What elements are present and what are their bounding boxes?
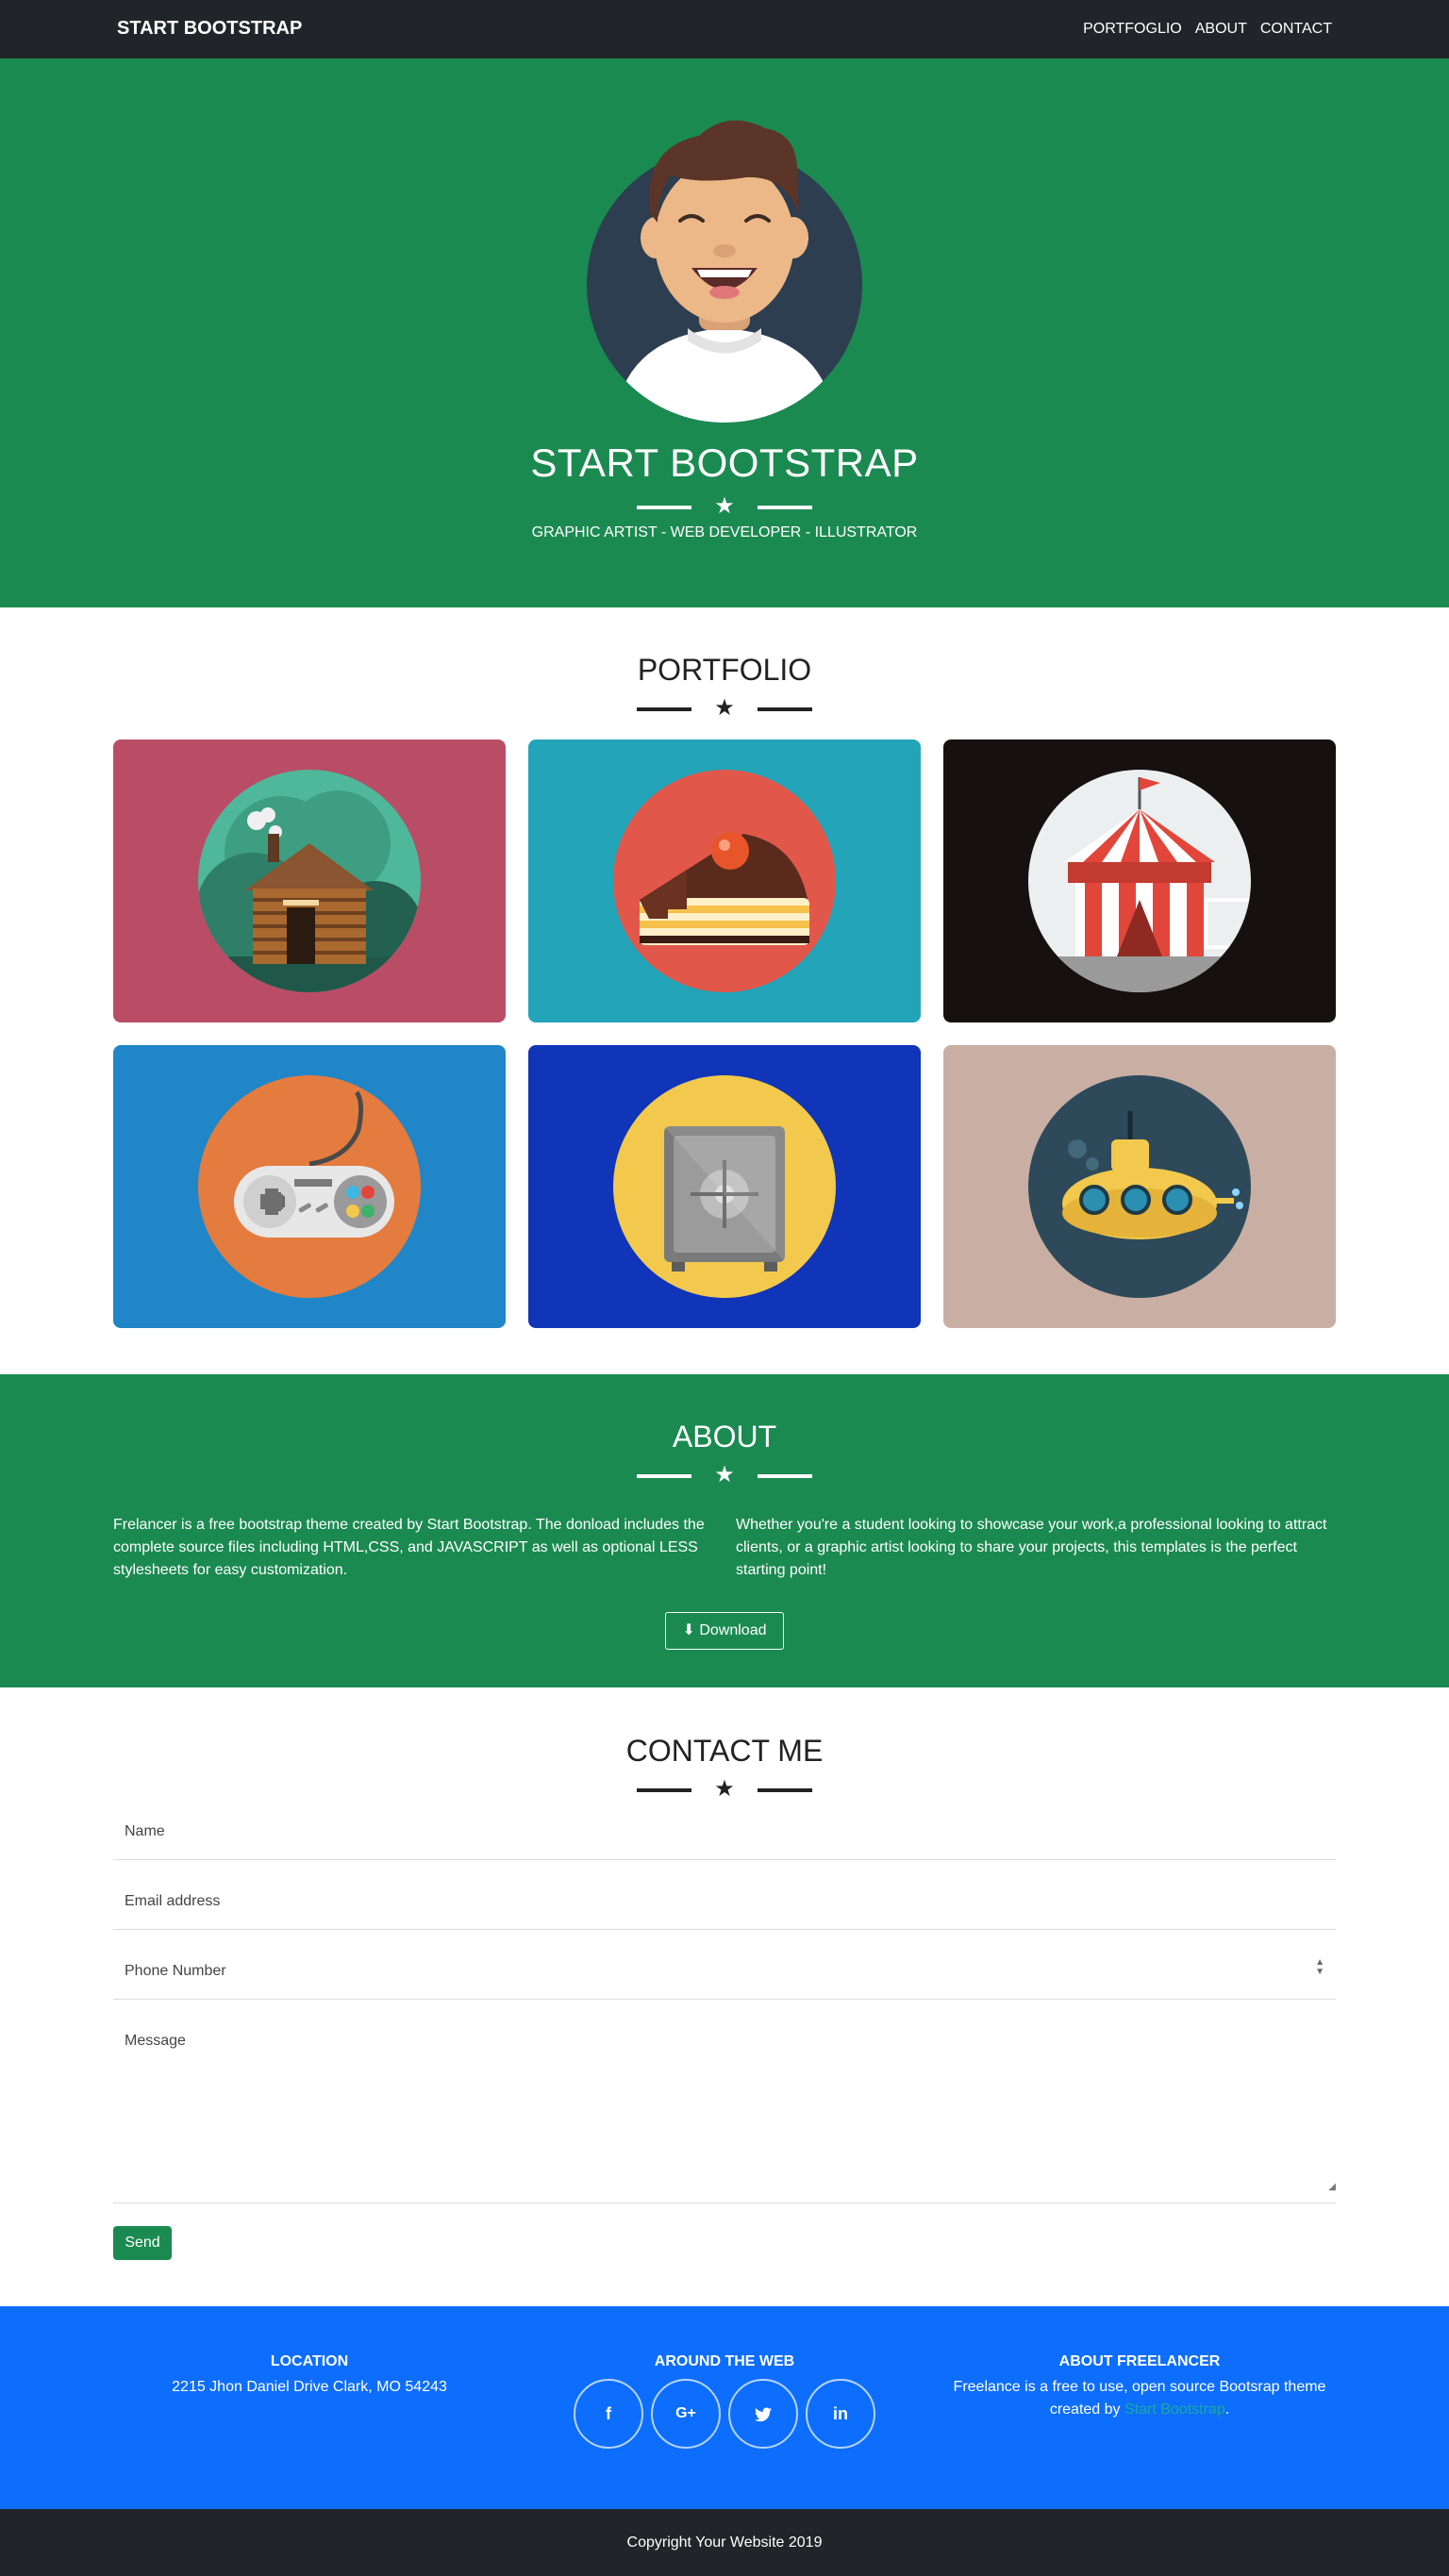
portfolio-item-submarine[interactable] [943, 1045, 1336, 1328]
about-section: ABOUT ★ Frelancer is a free bootstrap th… [0, 1374, 1449, 1687]
phone-field[interactable]: Phone Number ▲ ▼ [113, 1956, 1336, 2000]
about-freelancer-line2: created by [1049, 2401, 1121, 2418]
portfolio-item-safe[interactable] [528, 1045, 921, 1328]
nav-link-contact[interactable]: CONTACT [1260, 21, 1332, 38]
star-icon: ★ [714, 695, 735, 721]
hero-tagline: GRAPHIC ARTIST - WEB DEVELOPER - ILLUSTR… [531, 524, 918, 540]
download-icon: ⬇ [682, 1622, 695, 1638]
circus-tent-icon [1028, 770, 1251, 992]
about-freelancer-title: ABOUT FREELANCER [1058, 2353, 1221, 2369]
about-text-right: Whether you're a student looking to show… [736, 1517, 1327, 1578]
footer-about: ABOUT FREELANCER Freelance is a free to … [932, 2353, 1347, 2421]
cake-icon [613, 770, 836, 992]
nav-link-portfolio[interactable]: PORTFOGLIO [1083, 21, 1182, 38]
submarine-icon [1028, 1075, 1251, 1298]
message-placeholder: Message [125, 2033, 186, 2049]
contact-divider: ★ [637, 1777, 812, 1802]
about-freelancer-line1: Freelance is a free to use, open source … [953, 2379, 1326, 2395]
nav-link-about[interactable]: ABOUT [1195, 21, 1247, 38]
name-field[interactable]: Name [113, 1817, 1336, 1860]
about-title: ABOUT [672, 1420, 777, 1454]
hero-divider: ★ [637, 494, 812, 519]
google-plus-icon[interactable]: G+ [651, 2379, 721, 2449]
about-freelancer-end: . [1224, 2401, 1230, 2418]
portfolio-item-cabin[interactable] [113, 740, 506, 1022]
number-stepper-icon[interactable]: ▲ ▼ [1315, 1958, 1324, 1977]
about-text-left: Frelancer is a free bootstrap theme crea… [113, 1517, 705, 1578]
navbar: START BOOTSTRAP PORTFOGLIO ABOUT CONTACT [0, 0, 1449, 58]
copyright: Copyright Your Website 2019 [0, 2509, 1449, 2576]
linkedin-icon[interactable]: in [806, 2379, 875, 2449]
footer-around-web: AROUND THE WEB [517, 2353, 932, 2376]
portfolio-title: PORTFOLIO [637, 653, 812, 687]
portfolio-item-cake[interactable] [528, 740, 921, 1022]
game-controller-icon [198, 1075, 421, 1298]
footer: LOCATION 2215 Jhon Daniel Drive Clark, M… [0, 2306, 1449, 2509]
facebook-icon[interactable]: f [574, 2379, 643, 2449]
portfolio-item-circus-tent[interactable] [943, 740, 1336, 1022]
safe-icon [613, 1075, 836, 1298]
hero-title: START BOOTSTRAP [530, 440, 919, 485]
send-button[interactable]: Send [113, 2226, 172, 2260]
star-icon: ★ [714, 1776, 735, 1802]
star-icon: ★ [714, 1462, 735, 1487]
about-divider: ★ [637, 1463, 812, 1487]
download-button[interactable]: ⬇ Download [665, 1612, 784, 1650]
brand-logo[interactable]: START BOOTSTRAP [117, 18, 302, 40]
star-icon: ★ [714, 493, 735, 519]
around-web-title: AROUND THE WEB [654, 2353, 795, 2369]
download-label: Download [699, 1622, 767, 1638]
footer-location: LOCATION 2215 Jhon Daniel Drive Clark, M… [102, 2353, 517, 2399]
cabin-icon [198, 770, 421, 992]
portfolio-item-game-controller[interactable] [113, 1045, 506, 1328]
start-bootstrap-link[interactable]: Start Bootstrap [1124, 2401, 1225, 2418]
email-field[interactable]: Email address [113, 1886, 1336, 1930]
location-text: 2215 Jhon Daniel Drive Clark, MO 54243 [172, 2379, 447, 2395]
nav-links: PORTFOGLIO ABOUT CONTACT [1083, 21, 1332, 38]
message-field[interactable]: Message ◢ [113, 2026, 1336, 2203]
portfolio-divider: ★ [637, 696, 812, 721]
about-freelancer-text: Freelance is a free to use, open source … [932, 2376, 1347, 2421]
resize-handle-icon[interactable]: ◢ [1328, 2172, 1336, 2202]
twitter-icon[interactable] [728, 2379, 798, 2449]
phone-placeholder: Phone Number [125, 1963, 226, 1979]
contact-title: CONTACT ME [625, 1734, 824, 1768]
avatar [587, 120, 862, 423]
hero-section: START BOOTSTRAP ★ GRAPHIC ARTIST - WEB D… [0, 58, 1449, 607]
location-title: LOCATION [270, 2353, 349, 2369]
